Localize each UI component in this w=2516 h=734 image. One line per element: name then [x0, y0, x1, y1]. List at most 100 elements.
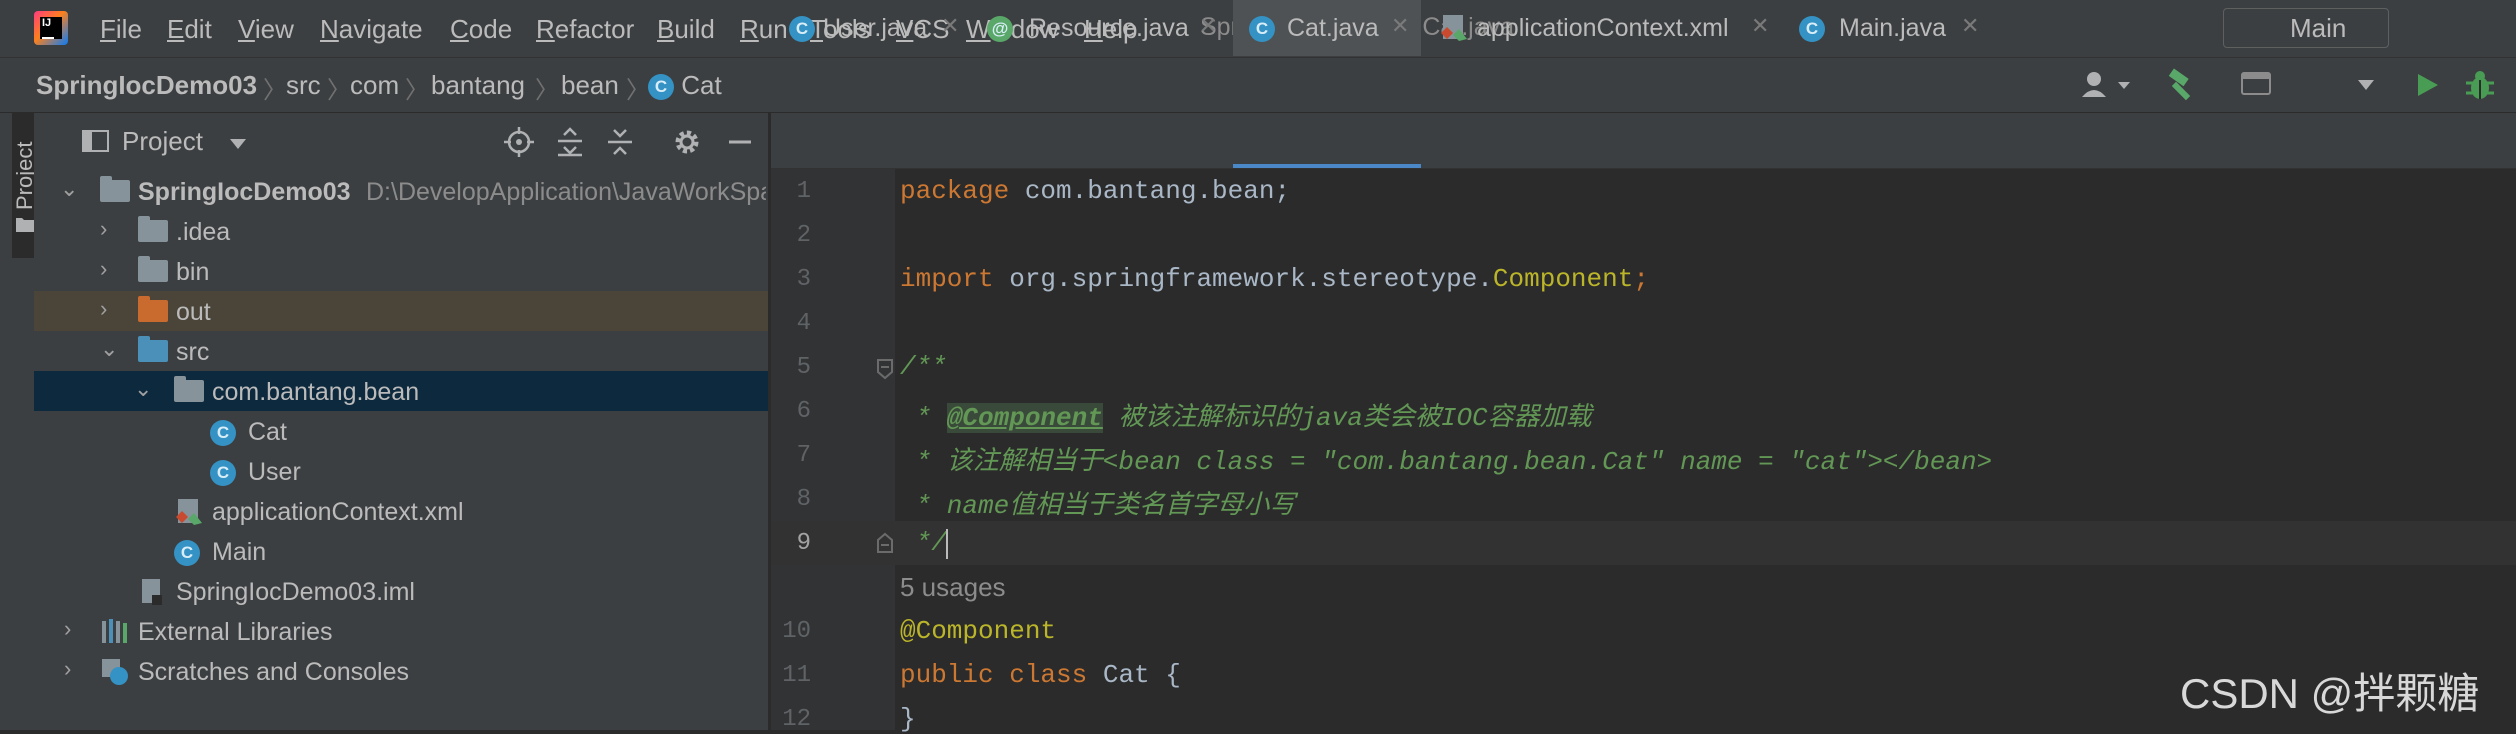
code-line-11[interactable]: public class Cat {: [900, 660, 1181, 690]
code-line-9[interactable]: */: [900, 528, 947, 558]
tab-cat-java[interactable]: C Cat.java ✕: [1233, 0, 1421, 56]
excluded-folder-icon: [138, 296, 168, 322]
expand-all-icon[interactable]: [555, 127, 585, 157]
package-icon: [174, 376, 204, 402]
tree-item-out[interactable]: › out: [34, 291, 768, 331]
locate-icon[interactable]: [503, 126, 535, 158]
code-line-10[interactable]: @Component: [900, 616, 1056, 646]
breadcrumb-project[interactable]: SpringIocDemo03: [36, 70, 257, 101]
chevron-down-icon: ⌄: [60, 176, 79, 201]
tree-item-out-label: out: [176, 298, 211, 326]
class-icon: C: [789, 14, 815, 43]
tab-label: User.java: [823, 14, 928, 42]
line-number: 7: [796, 442, 811, 469]
active-tab-indicator: [1233, 164, 1421, 168]
folder-icon: [138, 216, 168, 242]
debug-icon[interactable]: [2463, 69, 2497, 103]
tab-label: Main.java: [1839, 14, 1946, 42]
close-icon[interactable]: ✕: [1751, 13, 1769, 39]
chevron-right-icon: 〉: [327, 77, 351, 104]
tree-item-root[interactable]: ⌄ SpringIocDemo03 D:\DevelopApplication\…: [34, 171, 768, 211]
annotation-type-icon: @: [987, 14, 1013, 43]
tab-user-java[interactable]: C User.java ✕: [771, 0, 971, 56]
collapse-all-icon[interactable]: [605, 127, 635, 157]
user-icon[interactable]: [2080, 69, 2132, 101]
fold-icon[interactable]: [876, 358, 894, 380]
chevron-right-icon: 〉: [263, 77, 287, 104]
tree-item-bin[interactable]: › bin: [34, 251, 768, 291]
code-line-8[interactable]: * name值相当于类名首字母小写: [900, 484, 1296, 521]
library-icon: [102, 619, 127, 643]
tree-item-app-context[interactable]: applicationContext.xml: [34, 491, 768, 531]
project-panel-title[interactable]: Project: [122, 126, 203, 157]
code-line-5[interactable]: /**: [900, 352, 947, 382]
build-hammer-icon[interactable]: [2166, 67, 2200, 101]
breadcrumb-bantang[interactable]: bantang: [431, 70, 525, 101]
line-number: 9: [796, 530, 811, 557]
tree-item-bin-label: bin: [176, 258, 210, 286]
menu-edit[interactable]: Edit: [167, 14, 212, 45]
menu-navigate[interactable]: Navigate: [320, 14, 423, 45]
module-folder-icon: [100, 176, 130, 202]
close-icon[interactable]: ✕: [1199, 13, 1217, 39]
menu-code[interactable]: Code: [450, 14, 512, 45]
code-line-7[interactable]: * 该注解相当于<bean class = "com.bantang.bean.…: [900, 440, 1993, 477]
chevron-down-icon[interactable]: [228, 137, 248, 151]
class-icon: C: [1799, 14, 1825, 43]
breadcrumb-src[interactable]: src: [286, 70, 321, 101]
tree-item-app-context-label: applicationContext.xml: [212, 498, 464, 526]
class-icon: C: [174, 538, 200, 567]
chevron-right-icon: 〉: [626, 77, 650, 104]
run-configuration-label: Main: [2290, 13, 2347, 43]
code-line-6[interactable]: * @Component 被该注解标识的java类会被IOC容器加载: [900, 396, 1592, 433]
line-number: 5: [796, 354, 811, 381]
class-icon: C: [648, 74, 674, 101]
tree-item-user-label: User: [248, 458, 301, 486]
chevron-right-icon: ›: [100, 216, 108, 241]
tab-resource-java[interactable]: @ Resource.java ✕: [971, 0, 1233, 56]
tree-item-package[interactable]: ⌄ com.bantang.bean: [34, 371, 768, 411]
close-icon[interactable]: ✕: [1961, 13, 1979, 39]
chevron-right-icon: ›: [100, 256, 108, 281]
code-line-1[interactable]: package com.bantang.bean;: [900, 176, 1290, 206]
code-line-3[interactable]: import org.springframework.stereotype.Co…: [900, 264, 1649, 294]
line-number: 10: [782, 618, 811, 645]
line-number: 6: [796, 398, 811, 425]
tree-item-cat[interactable]: C Cat: [34, 411, 768, 451]
tree-item-iml[interactable]: SpringIocDemo03.iml: [34, 571, 768, 611]
menu-file[interactable]: File: [100, 14, 142, 45]
tree-item-main-label: Main: [212, 538, 267, 566]
module-file-icon: [142, 579, 162, 605]
breadcrumb-bean[interactable]: bean: [561, 70, 619, 101]
tree-item-idea[interactable]: › .idea: [34, 211, 768, 251]
breadcrumb-com[interactable]: com: [350, 70, 399, 101]
tree-item-scratches-label: Scratches and Consoles: [138, 658, 409, 686]
fold-icon[interactable]: [876, 532, 894, 554]
usages-hint[interactable]: 5 usages: [900, 572, 1006, 603]
tab-main-java[interactable]: C Main.java ✕: [1777, 0, 1997, 56]
caret-row-highlight: [895, 521, 2516, 565]
close-icon[interactable]: ✕: [941, 13, 959, 39]
tab-application-context-xml[interactable]: applicationContext.xml ✕: [1421, 0, 1777, 56]
tree-item-external-libraries[interactable]: › External Libraries: [34, 611, 768, 651]
project-view-icon: [82, 130, 109, 152]
tree-item-root-label: SpringIocDemo03: [138, 178, 351, 206]
tree-item-main[interactable]: C Main: [34, 531, 768, 571]
tab-label: Cat.java: [1287, 14, 1379, 42]
run-icon[interactable]: [2413, 71, 2441, 99]
minimize-icon[interactable]: [725, 127, 755, 157]
menu-refactor[interactable]: Refactor: [536, 14, 634, 45]
tree-item-src[interactable]: ⌄ src: [34, 331, 768, 371]
class-icon: C: [210, 458, 236, 487]
chevron-down-icon: [2358, 80, 2374, 90]
menu-view[interactable]: View: [238, 14, 294, 45]
editor-tab-bar: [771, 113, 2516, 169]
gear-icon[interactable]: [672, 127, 702, 157]
close-icon[interactable]: ✕: [1391, 13, 1409, 39]
tree-item-user[interactable]: C User: [34, 451, 768, 491]
breadcrumb-file[interactable]: C Cat: [648, 70, 722, 101]
project-tool-tab-label: Project: [12, 141, 37, 211]
watermark: CSDN @拌颗糖: [2180, 670, 2480, 717]
menu-build[interactable]: Build: [657, 14, 715, 45]
tree-item-scratches[interactable]: › Scratches and Consoles: [34, 651, 768, 691]
